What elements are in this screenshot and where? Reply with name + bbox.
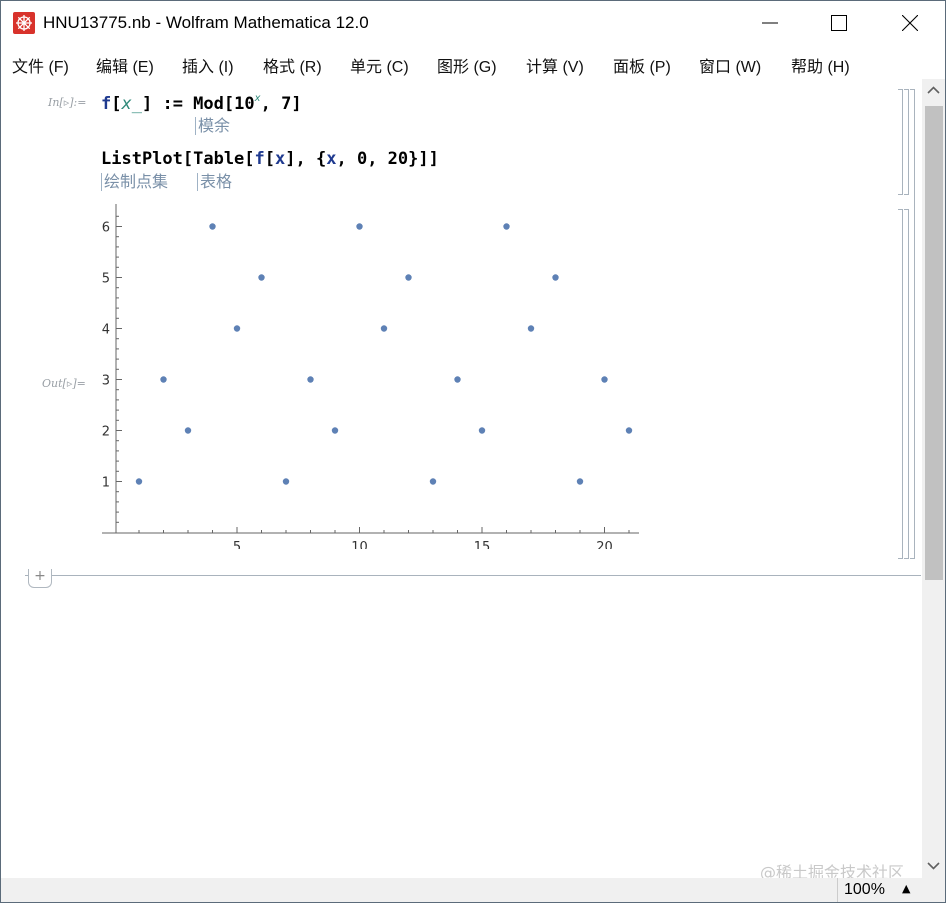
code-bracket: [ (264, 149, 276, 169)
data-point (233, 325, 241, 332)
data-point (503, 223, 510, 230)
menu-bar: 文件 (F) 编辑 (E) 插入 (I) 格式 (R) 单元 (C) 图形 (G… (1, 45, 945, 79)
data-point (454, 376, 461, 383)
chart-axes: 5 10 15 20 1 2 3 4 5 6 (102, 204, 639, 549)
function-name-f: f (101, 94, 112, 114)
variable-x: x (275, 149, 286, 169)
title-bar: HNU13775.nb - Wolfram Mathematica 12.0 (1, 1, 945, 45)
code-iterator-open: ], { (285, 149, 327, 169)
data-point (527, 325, 535, 332)
hint-table[interactable]: 表格 (197, 173, 232, 191)
data-point (576, 478, 584, 485)
chart-points (135, 223, 633, 485)
data-point (282, 478, 290, 485)
input-line-listplot[interactable]: ListPlot[Table[f[x], {x, 0, 20}]] (101, 149, 439, 169)
maximize-icon (831, 15, 847, 31)
menu-palettes[interactable]: 面板 (P) (613, 53, 671, 77)
code-bracket: [ (111, 94, 122, 114)
input-cell-bracket[interactable] (898, 89, 903, 195)
output-label: Out[▹]= (42, 377, 86, 390)
code-iterator-range: , 0, 20}]] (336, 149, 439, 169)
y-tick-label: 1 (102, 476, 110, 491)
data-point (184, 427, 192, 434)
data-point (478, 427, 486, 434)
vertical-scrollbar[interactable] (922, 79, 945, 878)
code-mod-args: , 7] (260, 94, 302, 114)
menu-evaluation[interactable]: 计算 (V) (526, 53, 584, 77)
insert-cell-plus-icon[interactable]: + (28, 569, 52, 588)
input-label: In[▹]:= (48, 96, 87, 109)
data-point (625, 427, 633, 434)
x-tick-label: 10 (351, 540, 368, 549)
y-tick-label: 2 (102, 425, 110, 440)
y-tick-label: 5 (102, 272, 110, 287)
chevron-up-icon (927, 86, 940, 94)
close-icon (902, 15, 918, 31)
x-tick-label: 20 (596, 540, 613, 549)
mathematica-window: HNU13775.nb - Wolfram Mathematica 12.0 文… (0, 0, 946, 903)
menu-window[interactable]: 窗口 (W) (699, 53, 761, 77)
hint-listplot[interactable]: 绘制点集 (101, 173, 168, 191)
data-point (552, 274, 559, 281)
notebook-area[interactable]: In[▹]:= f[x_] := Mod[10x, 7] 模余 ListPlot… (1, 79, 923, 879)
output-group-bracket[interactable] (904, 209, 909, 559)
menu-cell[interactable]: 单元 (C) (350, 53, 409, 77)
code-mod-call: := Mod[10 (152, 94, 255, 114)
window-title: HNU13775.nb - Wolfram Mathematica 12.0 (43, 13, 369, 32)
scroll-up-button[interactable] (922, 79, 945, 103)
y-tick-label: 6 (102, 221, 110, 236)
data-point (601, 376, 608, 383)
menu-format[interactable]: 格式 (R) (263, 53, 322, 77)
scroll-thumb[interactable] (925, 106, 943, 580)
function-name-f: f (254, 149, 265, 169)
variable-x: x (326, 149, 337, 169)
zoom-level: 100% (844, 881, 885, 898)
data-point (135, 478, 143, 485)
data-point (356, 223, 363, 230)
triangle-up-icon[interactable]: ▲ (902, 882, 910, 895)
x-tick-label: 5 (233, 540, 241, 549)
data-point (160, 376, 167, 383)
menu-insert[interactable]: 插入 (I) (182, 53, 234, 77)
maximize-button[interactable] (816, 1, 862, 45)
data-point (429, 478, 437, 485)
minimize-button[interactable] (747, 1, 793, 45)
data-point (258, 274, 265, 281)
data-point (209, 223, 216, 230)
group-cell-bracket[interactable] (910, 89, 915, 559)
input-line-definition[interactable]: f[x_] := Mod[10x, 7] (101, 93, 302, 114)
code-bracket: ] (141, 94, 153, 114)
x-tick-label: 15 (474, 540, 491, 549)
status-bar: 100% ▲ (1, 878, 945, 902)
cell-insertion-line[interactable] (25, 575, 921, 576)
mathematica-app-icon (13, 12, 35, 34)
output-cell-bracket[interactable] (898, 209, 903, 559)
data-point (307, 376, 314, 383)
code-listplot-table: ListPlot[Table[ (101, 149, 255, 169)
data-point (380, 325, 388, 332)
data-point (331, 427, 339, 434)
minimize-icon (762, 22, 778, 24)
menu-file[interactable]: 文件 (F) (12, 53, 69, 77)
scroll-down-button[interactable] (922, 854, 945, 878)
listplot-chart[interactable]: 5 10 15 20 1 2 3 4 5 6 (91, 204, 651, 549)
pattern-variable: x_ (121, 94, 142, 114)
menu-edit[interactable]: 编辑 (E) (96, 53, 154, 77)
group-cell-bracket-outer[interactable] (904, 89, 909, 195)
menu-help[interactable]: 帮助 (H) (791, 53, 850, 77)
y-tick-label: 3 (102, 374, 110, 389)
zoom-control[interactable]: 100% ▲ (837, 878, 924, 902)
y-tick-label: 4 (102, 323, 110, 338)
hint-mod[interactable]: 模余 (195, 117, 230, 135)
data-point (405, 274, 412, 281)
menu-graphics[interactable]: 图形 (G) (437, 53, 497, 77)
chevron-down-icon (927, 862, 940, 870)
close-button[interactable] (887, 1, 933, 45)
